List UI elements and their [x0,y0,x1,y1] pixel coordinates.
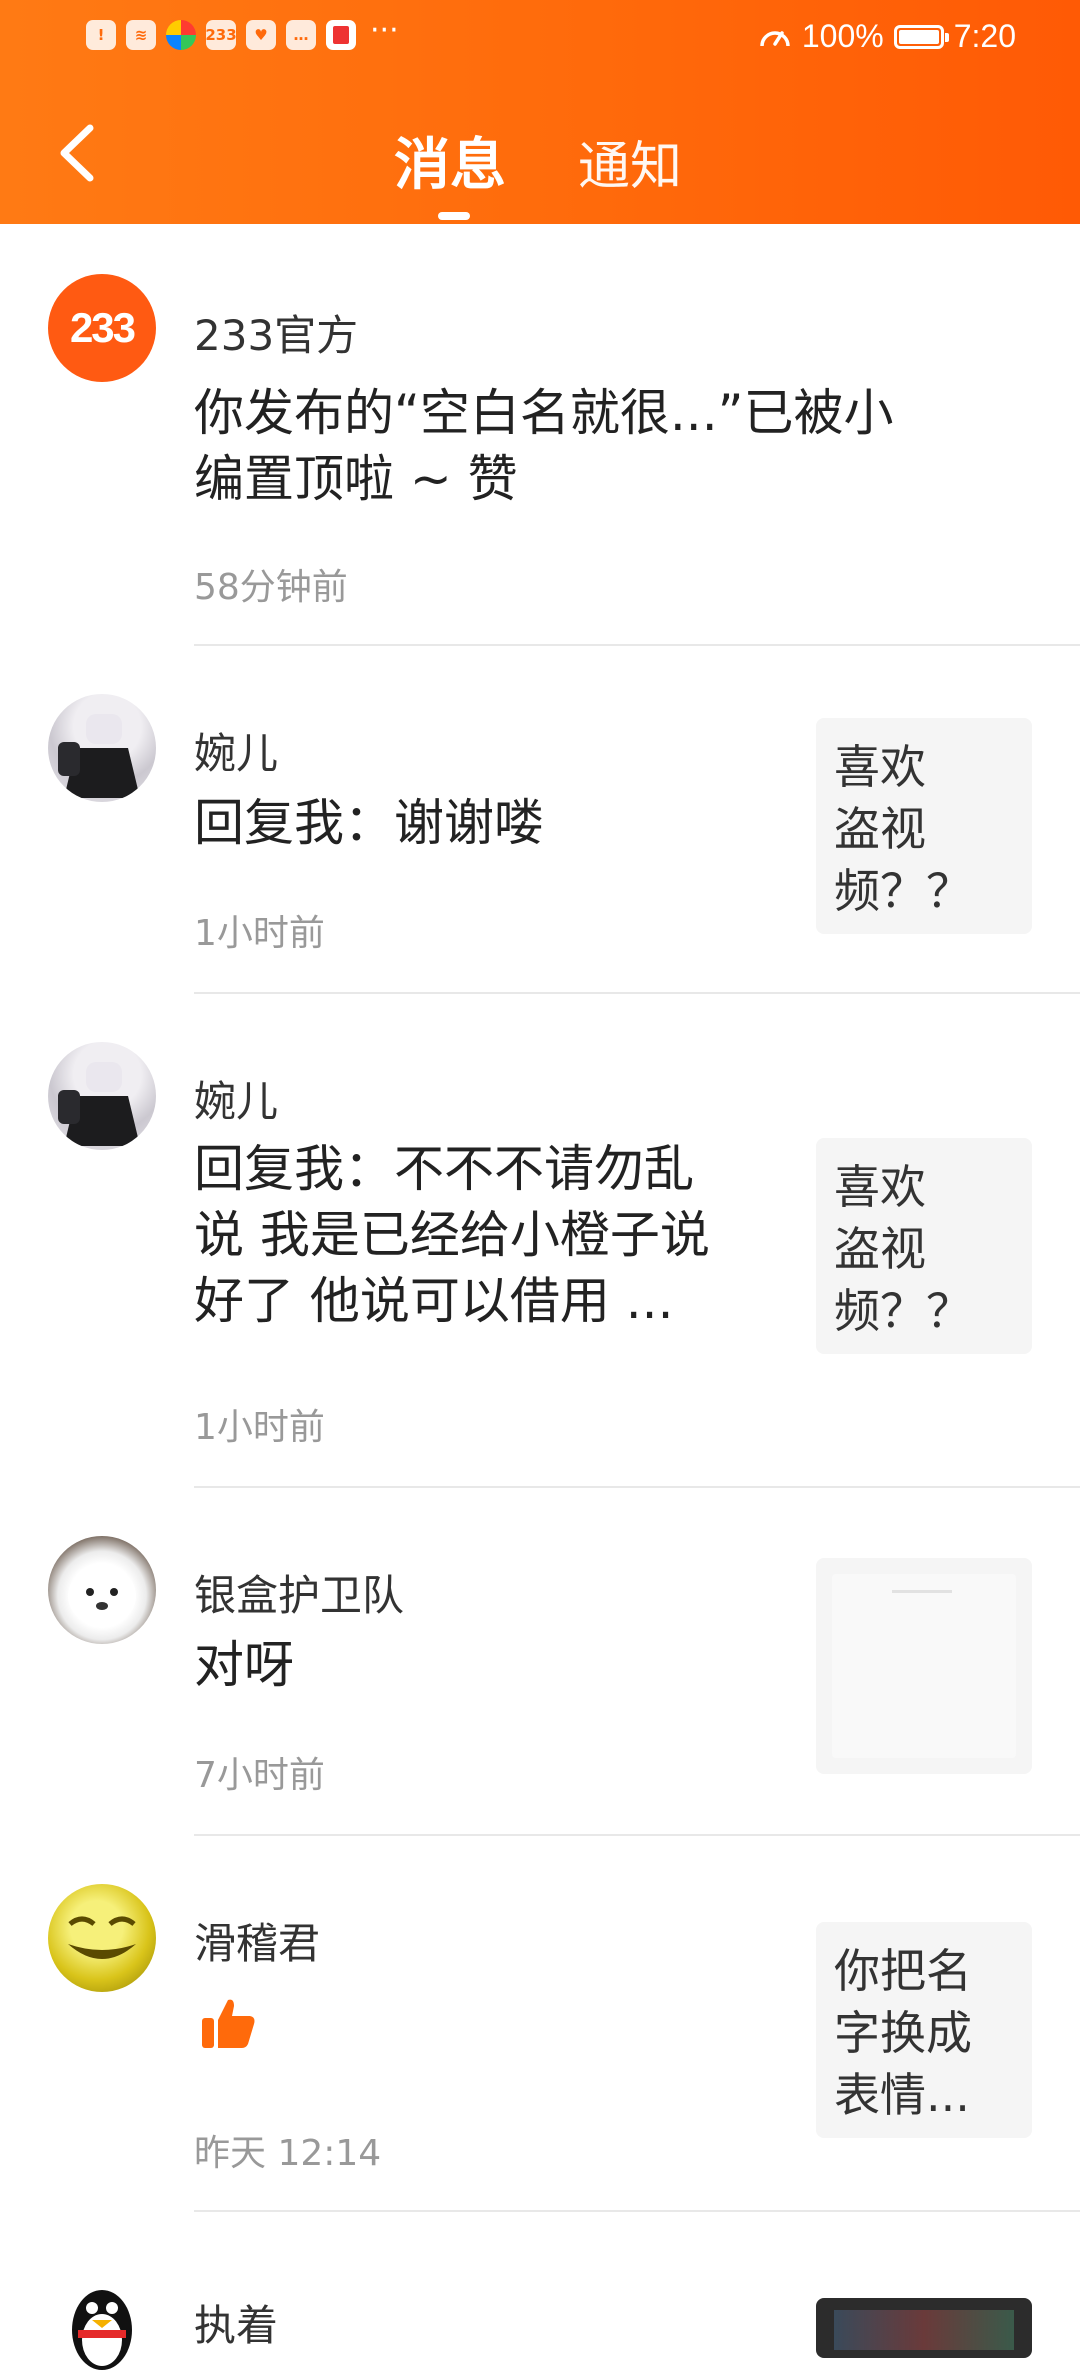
sender-name[interactable]: 滑稽君 [194,1910,320,1971]
preview-line: 你把名 [834,1944,972,1998]
post-preview[interactable]: 你把名 字换成 表情... [816,1922,1032,2138]
post-preview-image [832,1574,1016,1758]
avatar[interactable] [48,694,156,802]
message-item[interactable]: 233 233官方 你发布的“空白名就很...”已被小 编置顶啦 ~ 赞 58分… [0,224,1080,646]
message-line: 对呀 [194,1636,294,1694]
tab-bar: 消息 通知 [0,112,1080,224]
post-preview-text: 喜欢 盗视 频？？ [834,1156,1018,1342]
timestamp: 昨天 12:14 [194,2133,382,2174]
preview-line: 频？？ [834,1284,972,1338]
message-content: 回复我：不不不请勿乱 说 我是已经给小橙子说 好了 他说可以借用 ... [194,1136,774,1334]
post-preview[interactable] [816,2298,1032,2358]
message-line: 编置顶啦 ~ 赞 [194,450,518,508]
top-bar: ! ≋ 233 ♥ … ··· 100% 7:20 消息 通知 [0,0,1080,224]
avatar[interactable] [48,1884,156,1992]
avatar[interactable] [48,1042,156,1150]
preview-line: 字换成 [834,2006,972,2060]
battery-icon [893,24,949,49]
message-line: 你发布的“空白名就很...”已被小 [194,384,894,442]
heart-app-icon: ♥ [246,20,276,50]
message-line: 好了 他说可以借用 ... [194,1272,674,1330]
post-preview[interactable] [816,1558,1032,1774]
message-line: 说 我是已经给小橙子说 [194,1206,710,1264]
notification-icons: ! ≋ 233 ♥ … ··· [86,13,399,50]
penguin-icon [72,2290,132,2370]
wifi-icon: ≋ [126,20,156,50]
book-app-icon [326,20,356,50]
timestamp: 1小时前 [194,1407,325,1448]
active-tab-indicator [438,212,470,220]
sender-name[interactable]: 银盒护卫队 [194,1562,404,1623]
status-right: 100% 7:20 [758,18,1016,55]
app-233-icon: 233 [205,20,237,50]
preview-line: 盗视 [834,1222,926,1276]
grin-face-icon [68,1916,136,1959]
avatar-233-text: 233 [69,304,136,351]
tab-messages[interactable]: 消息 [394,120,506,201]
message-line: 回复我：谢谢喽 [194,794,544,852]
dog-photo-icon [68,1566,136,1626]
tab-notifications[interactable]: 通知 [578,124,682,199]
timestamp: 1小时前 [194,913,325,954]
avatar[interactable] [48,1536,156,1644]
message-content: 回复我：谢谢喽 [194,790,544,856]
post-preview[interactable]: 喜欢 盗视 频？？ [816,718,1032,934]
status-bar: ! ≋ 233 ♥ … ··· 100% 7:20 [0,0,1080,82]
timestamp: 7小时前 [194,1755,325,1796]
preview-line: 频？？ [834,864,972,918]
message-line: 回复我：不不不请勿乱 [194,1140,694,1198]
post-preview[interactable]: 喜欢 盗视 频？？ [816,1138,1032,1354]
avatar[interactable] [48,2268,156,2376]
sender-name[interactable]: 执着 [194,2292,278,2353]
message-content: 你发布的“空白名就很...”已被小 编置顶啦 ~ 赞 [194,380,894,512]
message-item[interactable]: 婉儿 回复我：谢谢喽 1小时前 喜欢 盗视 频？？ [0,646,1080,994]
sim-alert-icon: ! [86,20,116,50]
post-preview-text: 你把名 字换成 表情... [834,1940,1018,2126]
avatar[interactable]: 233 [48,274,156,382]
sender-name[interactable]: 婉儿 [194,1068,278,1129]
battery-percent: 100% [801,18,884,54]
message-item[interactable]: 执着 [0,2212,1080,2376]
post-preview-image [834,2310,1014,2350]
sender-name[interactable]: 233官方 [194,302,358,363]
speed-icon [760,30,790,46]
message-item[interactable]: 银盒护卫队 对呀 7小时前 [0,1488,1080,1836]
app-circle-icon [166,20,196,50]
preview-line: 盗视 [834,802,926,856]
preview-line: 喜欢 [834,1160,926,1214]
message-item[interactable]: 婉儿 回复我：不不不请勿乱 说 我是已经给小橙子说 好了 他说可以借用 ... … [0,994,1080,1488]
preview-line: 喜欢 [834,740,926,794]
chat-app-icon: … [286,20,316,50]
clock: 7:20 [953,18,1016,54]
preview-faint-text [892,1590,952,1593]
message-content: 对呀 [194,1632,294,1698]
thumbs-up-icon [202,1999,255,2048]
preview-line: 表情... [834,2068,970,2122]
sender-name[interactable]: 婉儿 [194,720,278,781]
user-photo-icon [58,1062,140,1146]
timestamp: 58分钟前 [194,567,348,608]
message-item[interactable]: 滑稽君 昨天 12:14 你把名 字换成 表情... [0,1836,1080,2212]
more-notifications-icon: ··· [370,12,399,48]
user-photo-icon [58,714,140,798]
post-preview-text: 喜欢 盗视 频？？ [834,736,1018,922]
